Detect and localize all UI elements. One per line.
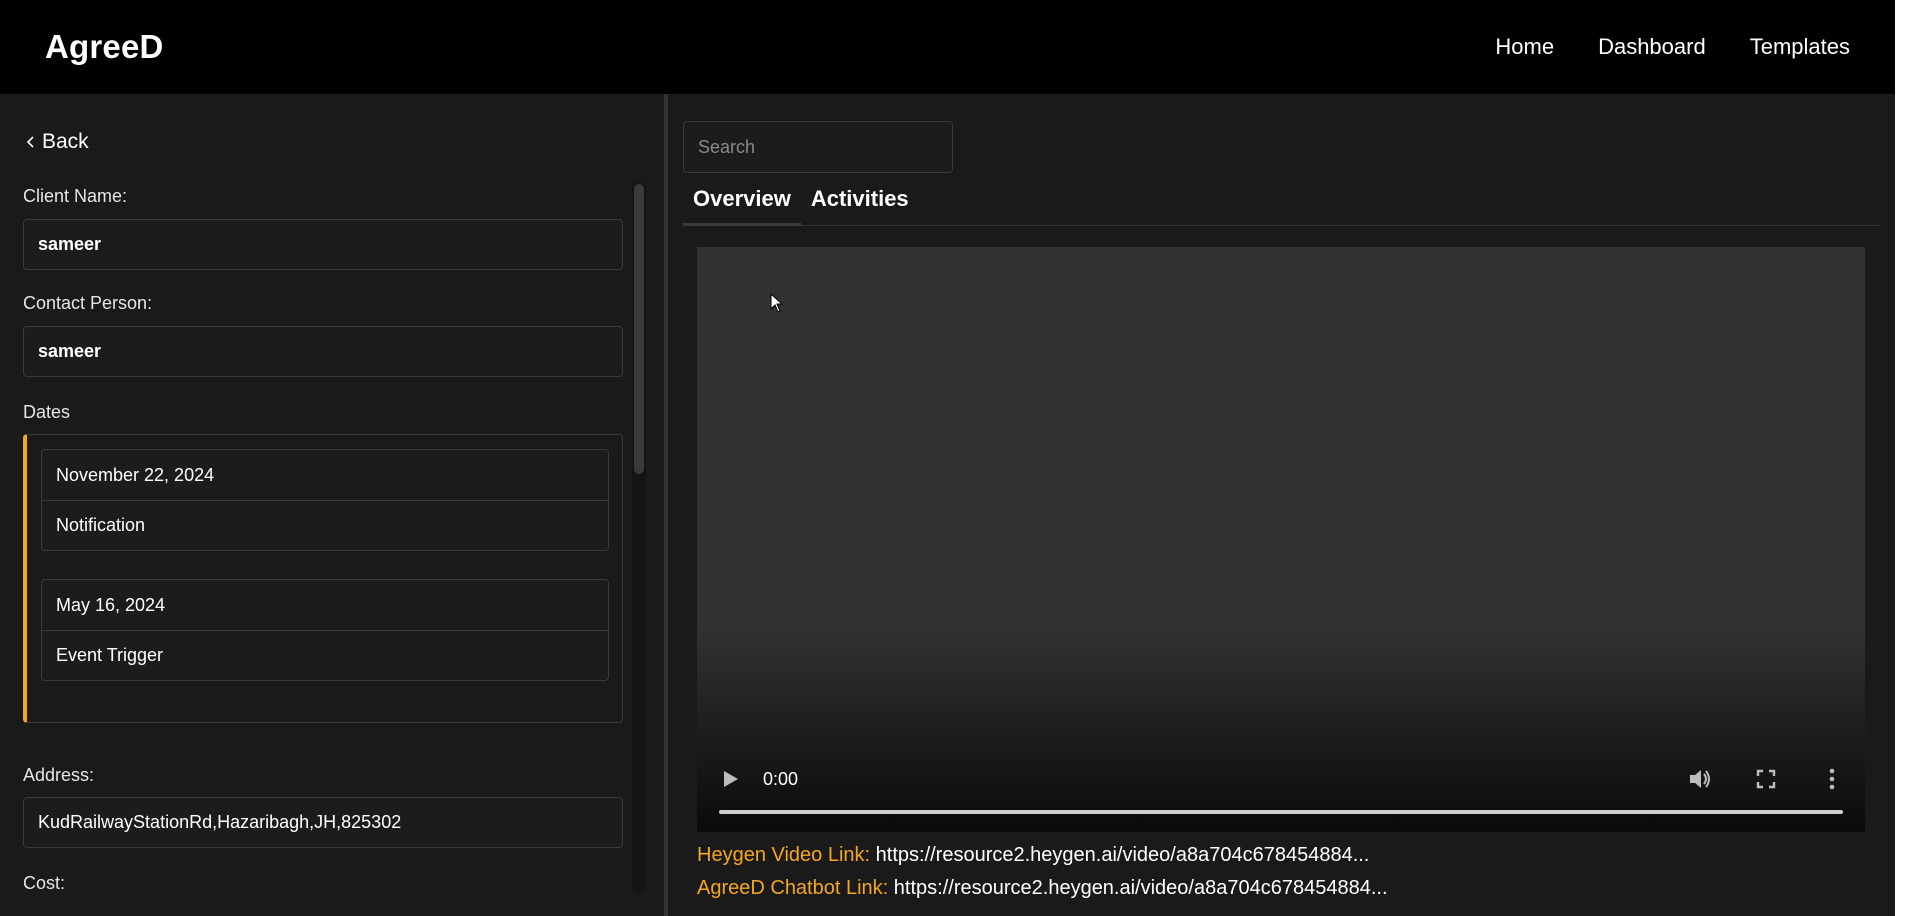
nav-dashboard[interactable]: Dashboard: [1598, 34, 1706, 60]
date-type[interactable]: Event Trigger: [42, 630, 608, 680]
play-icon[interactable]: [723, 770, 739, 788]
date-item: May 16, 2024 Event Trigger: [41, 579, 609, 681]
heygen-link-row: Heygen Video Link: https://resource2.hey…: [697, 844, 1369, 867]
dates-label: Dates: [23, 402, 71, 422]
chevron-left-icon: [26, 136, 34, 148]
chatbot-link-label: AgreeD Chatbot Link:: [697, 877, 889, 899]
contact-person-label: Contact Person:: [23, 293, 153, 313]
mouse-cursor-icon: [770, 293, 784, 313]
contact-person-field[interactable]: sameer: [23, 326, 623, 377]
address-label: Address:: [23, 765, 95, 785]
volume-icon[interactable]: [1687, 766, 1713, 792]
app-window: AgreeD Home Dashboard Templates Back Cli…: [0, 0, 1895, 916]
tab-overview[interactable]: Overview: [683, 186, 801, 226]
fullscreen-icon[interactable]: [1753, 766, 1779, 792]
date-type[interactable]: Notification: [42, 500, 608, 550]
overview-panel: Overview Activities 0:00: [672, 94, 1895, 916]
client-details-panel: Back Client Name: sameer Contact Person:…: [0, 94, 668, 916]
back-label: Back: [42, 130, 89, 153]
heygen-link[interactable]: https://resource2.heygen.ai/video/a8a704…: [876, 844, 1370, 866]
address-field[interactable]: KudRailwayStationRd,Hazaribagh,JH,825302: [23, 797, 623, 848]
client-name-label: Client Name:: [23, 186, 128, 206]
window-scrollbar[interactable]: [1895, 0, 1911, 916]
top-navbar: AgreeD Home Dashboard Templates: [0, 0, 1895, 94]
video-time: 0:00: [763, 769, 799, 789]
client-name-field[interactable]: sameer: [23, 219, 623, 270]
cost-label: Cost:: [23, 873, 66, 893]
tab-activities[interactable]: Activities: [801, 186, 919, 226]
brand-logo[interactable]: AgreeD: [45, 28, 164, 66]
search-input[interactable]: [683, 121, 953, 173]
nav-home[interactable]: Home: [1495, 34, 1554, 60]
video-progress-bar[interactable]: [719, 810, 1843, 814]
heygen-link-label: Heygen Video Link:: [697, 844, 871, 866]
chatbot-link[interactable]: https://resource2.heygen.ai/video/a8a704…: [894, 877, 1388, 899]
video-player[interactable]: 0:00: [697, 247, 1865, 832]
panel-scrollbar-thumb[interactable]: [634, 184, 644, 474]
back-button[interactable]: Back: [24, 130, 89, 154]
dates-list: November 22, 2024 Notification May 16, 2…: [23, 434, 623, 723]
tab-bar: Overview Activities: [683, 186, 1881, 226]
video-right-controls: [1687, 766, 1845, 792]
chatbot-link-row: AgreeD Chatbot Link: https://resource2.h…: [697, 877, 1388, 900]
date-value[interactable]: May 16, 2024: [42, 580, 608, 630]
nav-templates[interactable]: Templates: [1750, 34, 1850, 60]
main-nav: Home Dashboard Templates: [1495, 34, 1850, 60]
more-options-icon[interactable]: [1819, 766, 1845, 792]
date-item: November 22, 2024 Notification: [41, 449, 609, 551]
video-controls: 0:00: [697, 742, 1865, 832]
date-value[interactable]: November 22, 2024: [42, 450, 608, 500]
